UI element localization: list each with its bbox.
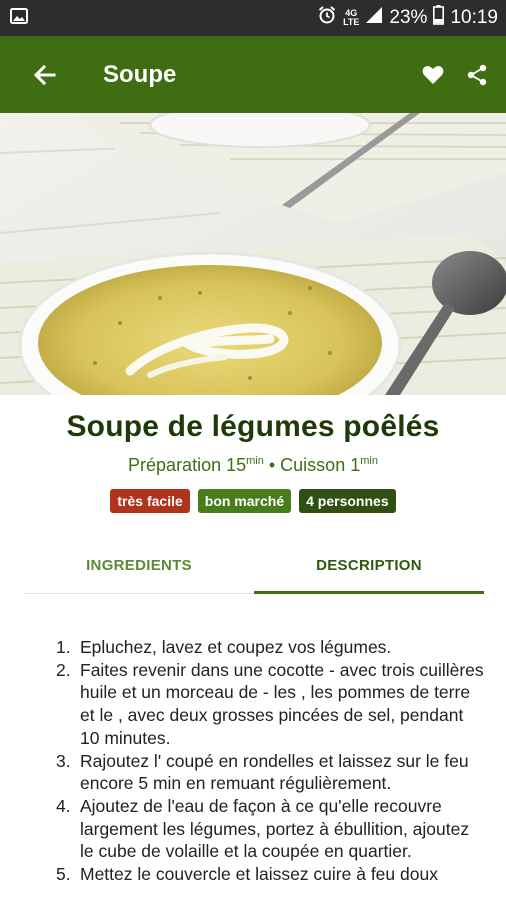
- step-text: Epluchez, lavez et coupez vos légumes.: [80, 637, 392, 657]
- cook-time: Cuisson 1: [280, 455, 361, 475]
- list-item: 5. Mettez le couvercle et laissez cuire à…: [56, 863, 486, 886]
- signal-icon: [365, 6, 383, 30]
- prep-time: Préparation 15: [128, 455, 247, 475]
- app-bar: Soupe: [0, 36, 506, 113]
- recipe-title: Soupe de légumes poêlés: [66, 410, 440, 443]
- step-number: 5.: [56, 864, 71, 885]
- step-text: Rajoutez l' coupé en rondelles et laisse…: [80, 750, 469, 794]
- share-icon[interactable]: [462, 60, 492, 90]
- difficulty-badge: très facile: [110, 489, 190, 513]
- cook-time-unit: min: [360, 455, 378, 467]
- alarm-icon: [317, 5, 337, 31]
- step-text: Ajoutez de l'eau de façon à ce qu'elle r…: [80, 795, 470, 862]
- app-title: Soupe: [103, 60, 177, 88]
- status-bar: 4G LTE 23% 10:19: [0, 0, 506, 36]
- cost-badge: bon marché: [197, 489, 292, 513]
- step-number: 2.: [56, 659, 71, 680]
- step-text: Mettez le couvercle et laissez cuire à f…: [80, 864, 438, 885]
- network-type: 4G LTE: [343, 8, 360, 27]
- gallery-icon: [10, 7, 28, 30]
- list-item: 1. Epluchez, lavez et coupez vos légumes.: [56, 636, 486, 659]
- list-item: 4. Ajoutez de l'eau de façon à ce qu'elle…: [56, 795, 486, 863]
- list-item: 2. Faites revenir dans une cocotte - avec…: [56, 659, 486, 750]
- time-separator: •: [263, 455, 281, 475]
- heart-icon[interactable]: [418, 60, 448, 90]
- back-arrow-icon[interactable]: [23, 53, 67, 97]
- recipe-times: Préparation 15min • Cuisson 1min: [0, 455, 506, 476]
- step-number: 4.: [56, 795, 71, 816]
- tab-description[interactable]: DESCRIPTION: [254, 538, 484, 594]
- list-item: 3. Rajoutez l' coupé en rondelles et lais…: [56, 750, 486, 795]
- prep-time-unit: min: [246, 455, 264, 467]
- battery-icon: [433, 5, 445, 31]
- recipe-photo: [0, 113, 506, 395]
- battery-percent: 23%: [389, 7, 428, 28]
- step-number: 3.: [56, 750, 71, 771]
- tab-bar: INGREDIENTS DESCRIPTION: [24, 538, 484, 594]
- clock: 10:19: [450, 7, 498, 28]
- recipe-badges: très facile bon marché 4 personnes: [0, 489, 506, 513]
- tab-ingredients[interactable]: INGREDIENTS: [24, 538, 254, 593]
- servings-badge: 4 personnes: [299, 489, 396, 513]
- step-number: 1.: [56, 637, 71, 657]
- description-steps: 1. Epluchez, lavez et coupez vos légumes.…: [56, 636, 486, 886]
- step-text: Faites revenir dans une cocotte - avec t…: [80, 659, 484, 748]
